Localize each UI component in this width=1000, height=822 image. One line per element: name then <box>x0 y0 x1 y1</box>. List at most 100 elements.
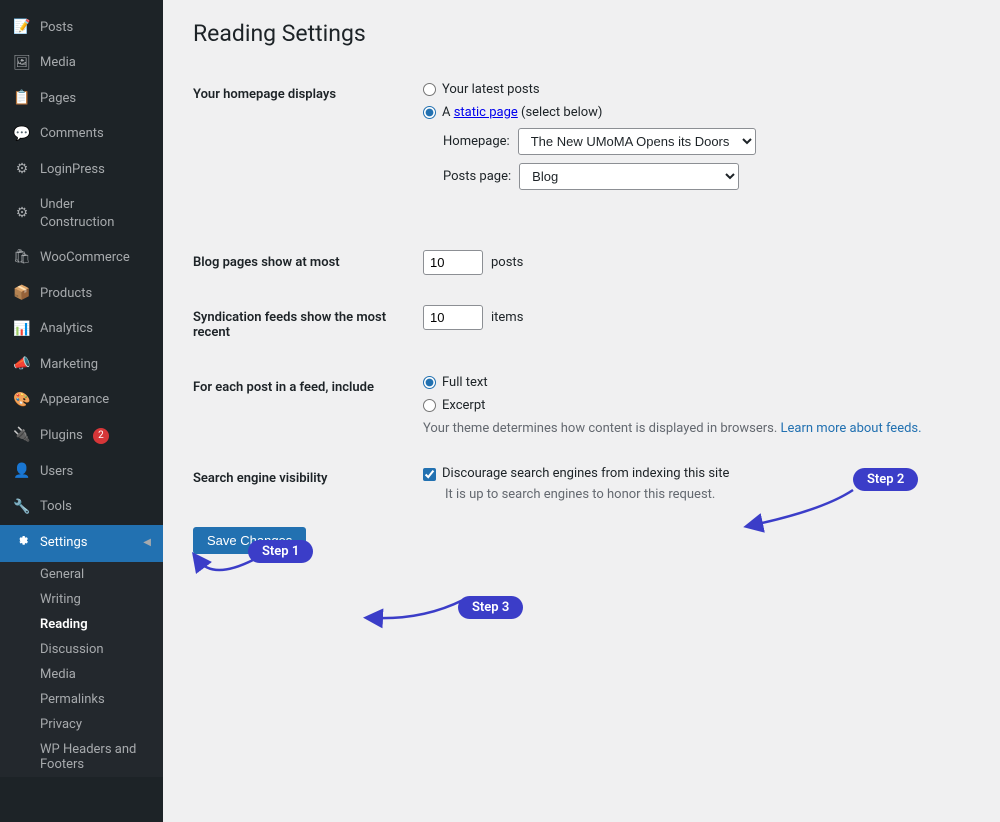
radio-full-text[interactable]: Full text <box>423 375 960 390</box>
submenu-privacy[interactable]: Privacy <box>0 712 163 737</box>
sidebar-label-loginpress: LoginPress <box>40 161 105 179</box>
submenu-writing[interactable]: Writing <box>0 587 163 612</box>
sidebar-item-pages[interactable]: 📋 Pages <box>0 81 163 117</box>
search-note: It is up to search engines to honor this… <box>445 487 960 502</box>
blog-pages-suffix: posts <box>491 255 523 270</box>
sidebar-label-plugins: Plugins <box>40 427 83 445</box>
under-construction-icon: ⚙ <box>12 204 32 224</box>
settings-form: Your homepage displays Your latest posts… <box>193 67 970 517</box>
submenu-media[interactable]: Media <box>0 662 163 687</box>
sidebar-item-loginpress[interactable]: ⚙ LoginPress <box>0 152 163 188</box>
search-checkbox[interactable] <box>423 468 436 481</box>
homepage-displays-label: Your homepage displays <box>193 67 413 205</box>
feed-description: Your theme determines how content is dis… <box>423 421 960 436</box>
media-icon: 🖼 <box>12 54 32 74</box>
posts-icon: 📝 <box>12 18 32 38</box>
plugins-badge: 2 <box>93 428 109 444</box>
settings-arrow: ◀ <box>143 536 151 550</box>
submenu-reading[interactable]: Reading <box>0 612 163 637</box>
sidebar-label-woocommerce: WooCommerce <box>40 249 130 267</box>
products-icon: 📦 <box>12 284 32 304</box>
sidebar-item-appearance[interactable]: 🎨 Appearance <box>0 383 163 419</box>
sidebar-item-woocommerce[interactable]: 🛍 WooCommerce <box>0 240 163 276</box>
sidebar-item-users[interactable]: 👤 Users <box>0 454 163 490</box>
search-checkbox-label: Discourage search engines from indexing … <box>442 466 729 481</box>
radio-latest-posts-input[interactable] <box>423 83 436 96</box>
search-visibility-field: Discourage search engines from indexing … <box>413 451 970 517</box>
sidebar: 📝 Posts 🖼 Media 📋 Pages 💬 Comments ⚙ Log… <box>0 0 163 822</box>
tools-icon: 🔧 <box>12 498 32 518</box>
search-checkbox-row: Discourage search engines from indexing … <box>423 466 960 481</box>
sidebar-item-products[interactable]: 📦 Products <box>0 276 163 312</box>
sidebar-item-comments[interactable]: 💬 Comments <box>0 117 163 153</box>
static-page-link[interactable]: static page <box>454 105 518 120</box>
radio-latest-posts-label: Your latest posts <box>442 82 540 97</box>
submenu-discussion[interactable]: Discussion <box>0 637 163 662</box>
radio-static-page-label: A static page (select below) <box>442 105 602 120</box>
comments-icon: 💬 <box>12 125 32 145</box>
radio-excerpt-label: Excerpt <box>442 398 485 413</box>
sidebar-item-marketing[interactable]: 📣 Marketing <box>0 347 163 383</box>
homepage-dropdown-row: Homepage: The New UMoMA Opens its Doors <box>443 128 960 155</box>
syndication-number-row: items <box>423 305 960 330</box>
radio-excerpt[interactable]: Excerpt <box>423 398 960 413</box>
posts-page-dropdown-row: Posts page: Blog <box>443 163 960 190</box>
woocommerce-icon: 🛍 <box>12 248 32 268</box>
main-content: Reading Settings Your homepage displays … <box>163 0 1000 822</box>
homepage-displays-field: Your latest posts A static page (select … <box>413 67 970 205</box>
sidebar-label-users: Users <box>40 463 73 481</box>
submenu-permalinks[interactable]: Permalinks <box>0 687 163 712</box>
users-icon: 👤 <box>12 462 32 482</box>
learn-more-link[interactable]: Learn more about feeds. <box>781 421 922 436</box>
blog-pages-input[interactable] <box>423 250 483 275</box>
syndication-label: Syndication feeds show the most recent <box>193 290 413 360</box>
feed-include-field: Full text Excerpt Your theme determines … <box>413 360 970 451</box>
feed-include-label: For each post in a feed, include <box>193 360 413 451</box>
search-visibility-label: Search engine visibility <box>193 451 413 517</box>
save-changes-button[interactable]: Save Changes <box>193 527 306 554</box>
posts-page-dropdown[interactable]: Blog <box>519 163 739 190</box>
sidebar-item-plugins[interactable]: 🔌 Plugins 2 <box>0 418 163 454</box>
appearance-icon: 🎨 <box>12 391 32 411</box>
radio-static-page-input[interactable] <box>423 106 436 119</box>
sidebar-item-media[interactable]: 🖼 Media <box>0 46 163 82</box>
sidebar-item-under-construction[interactable]: ⚙ Under Construction <box>0 188 163 240</box>
radio-full-text-label: Full text <box>442 375 488 390</box>
sidebar-label-tools: Tools <box>40 498 72 516</box>
radio-static-page[interactable]: A static page (select below) <box>423 105 960 120</box>
blog-pages-number-row: posts <box>423 250 960 275</box>
homepage-dropdown[interactable]: The New UMoMA Opens its Doors <box>518 128 756 155</box>
sidebar-label-marketing: Marketing <box>40 356 98 374</box>
blog-pages-label: Blog pages show at most <box>193 235 413 290</box>
sidebar-label-analytics: Analytics <box>40 320 93 338</box>
submenu-general[interactable]: General <box>0 562 163 587</box>
page-title: Reading Settings <box>193 20 970 47</box>
sidebar-item-analytics[interactable]: 📊 Analytics <box>0 312 163 348</box>
radio-excerpt-input[interactable] <box>423 399 436 412</box>
step3-badge: Step 3 <box>458 596 523 619</box>
sidebar-item-posts[interactable]: 📝 Posts <box>0 10 163 46</box>
radio-full-text-input[interactable] <box>423 376 436 389</box>
search-visibility-row: Search engine visibility Discourage sear… <box>193 451 970 517</box>
blog-pages-row: Blog pages show at most posts <box>193 235 970 290</box>
syndication-field: items <box>413 290 970 360</box>
sidebar-item-tools[interactable]: 🔧 Tools <box>0 490 163 526</box>
syndication-input[interactable] <box>423 305 483 330</box>
sidebar-label-comments: Comments <box>40 125 104 143</box>
settings-icon <box>12 533 32 554</box>
radio-latest-posts[interactable]: Your latest posts <box>423 82 960 97</box>
blog-pages-field: posts <box>413 235 970 290</box>
submenu-wp-headers[interactable]: WP Headers and Footers <box>0 737 163 777</box>
sidebar-label-settings: Settings <box>40 534 87 552</box>
sidebar-label-media: Media <box>40 54 76 72</box>
syndication-suffix: items <box>491 310 523 325</box>
loginpress-icon: ⚙ <box>12 160 32 180</box>
posts-page-label: Posts page: <box>443 169 511 184</box>
pages-icon: 📋 <box>12 89 32 109</box>
analytics-icon: 📊 <box>12 320 32 340</box>
settings-submenu: General Writing Reading Discussion Media… <box>0 562 163 777</box>
sidebar-item-settings[interactable]: Settings ◀ <box>0 525 163 562</box>
homepage-dropdown-label: Homepage: <box>443 134 510 149</box>
sidebar-label-appearance: Appearance <box>40 391 109 409</box>
sidebar-label-products: Products <box>40 285 92 303</box>
